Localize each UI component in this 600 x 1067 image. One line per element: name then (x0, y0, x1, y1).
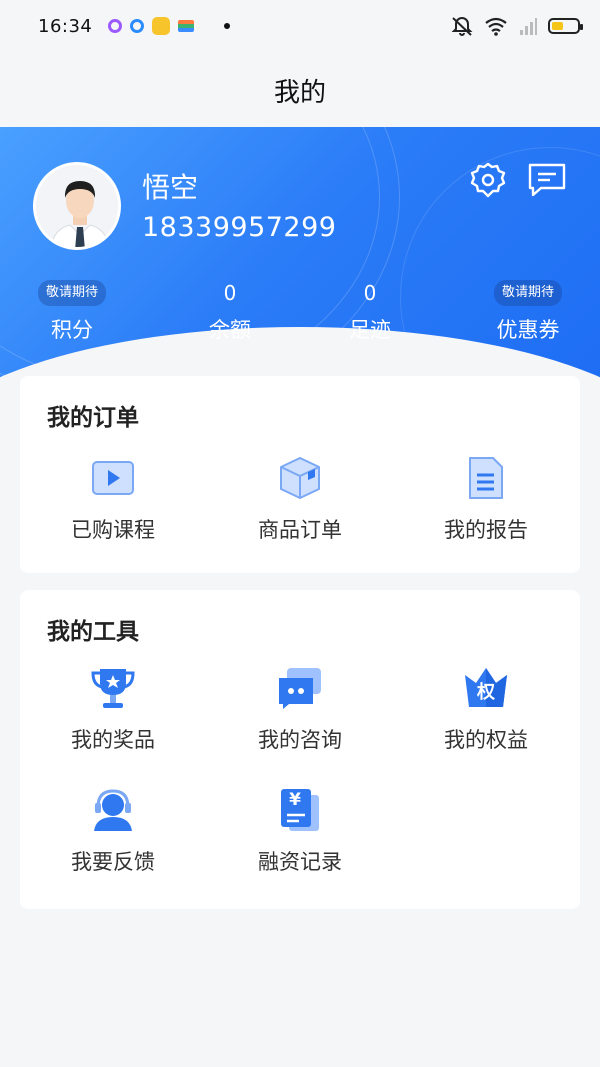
gear-icon (470, 162, 506, 198)
item-label: 我的咨询 (258, 728, 342, 752)
chat-icon (276, 664, 324, 712)
crown-icon: 权 (462, 664, 510, 712)
stat-value: 0 (223, 281, 237, 305)
stats-row: 敬请期待 积分 0 余额 0 足迹 敬请期待 优惠券 (0, 280, 600, 350)
stat-label: 积分 (51, 318, 93, 342)
coming-soon-badge: 敬请期待 (37, 280, 106, 306)
avatar[interactable] (33, 162, 121, 250)
stat-coupons[interactable]: 敬请期待 优惠券 (468, 280, 588, 344)
stat-label: 优惠券 (496, 318, 560, 342)
product-orders-item[interactable]: 商品订单 (207, 454, 393, 544)
my-reports-item[interactable]: 我的报告 (393, 454, 579, 544)
item-label: 已购课程 (71, 518, 155, 542)
headset-icon (89, 786, 137, 834)
stat-points[interactable]: 敬请期待 积分 (12, 280, 132, 344)
app-notification-icon (130, 19, 145, 33)
status-indicators (450, 15, 583, 37)
item-label: 我要反馈 (71, 850, 155, 874)
signal-icon (520, 18, 537, 35)
my-consultations-item[interactable]: 我的咨询 (207, 664, 393, 754)
benefit-glyph: 权 (477, 682, 495, 703)
financing-records-item[interactable]: ¥ 融资记录 (207, 786, 393, 876)
status-bar: 16:34 (0, 0, 600, 52)
page-title: 我的 (273, 77, 326, 108)
my-prizes-item[interactable]: 我的奖品 (20, 664, 206, 754)
stat-label: 足迹 (349, 318, 391, 342)
box-icon (276, 454, 324, 502)
battery-icon (548, 18, 583, 34)
app-notification-icon (152, 17, 171, 35)
item-label: 我的报告 (444, 518, 528, 542)
feedback-item[interactable]: 我要反馈 (20, 786, 206, 876)
mute-icon (451, 17, 473, 36)
orders-card: 我的订单 已购课程 商品订单 我的报告 (20, 376, 580, 573)
tools-title: 我的工具 (47, 619, 139, 645)
tools-card: 我的工具 我的奖品 我的咨询 权 我的权益 我要反馈 ¥ 融资记录 (20, 590, 580, 909)
item-label: 商品订单 (258, 518, 342, 542)
trophy-icon (89, 664, 137, 712)
document-icon (462, 454, 510, 502)
coming-soon-badge: 敬请期待 (493, 280, 562, 306)
nav-bar: 我的 (0, 52, 600, 128)
stat-value: 0 (363, 281, 377, 305)
item-label: 我的奖品 (71, 728, 155, 752)
user-name[interactable]: 悟空 (142, 166, 198, 206)
status-time: 16:34 (38, 15, 93, 37)
app-notification-icon (178, 20, 195, 32)
messages-button[interactable] (527, 160, 567, 200)
wifi-icon (485, 17, 507, 36)
item-label: 我的权益 (444, 728, 528, 752)
user-phone: 18339957299 (142, 212, 337, 243)
stat-label: 余额 (209, 318, 251, 342)
finance-icon: ¥ (276, 786, 324, 834)
app-notification-icon (108, 19, 123, 33)
status-app-icons (108, 17, 231, 35)
yuan-glyph: ¥ (289, 790, 301, 810)
message-icon (528, 163, 566, 197)
video-icon (89, 454, 137, 502)
purchased-courses-item[interactable]: 已购课程 (20, 454, 206, 544)
stat-balance[interactable]: 0 余额 (170, 280, 290, 344)
item-label: 融资记录 (258, 850, 342, 874)
orders-title: 我的订单 (47, 405, 139, 431)
settings-button[interactable] (468, 160, 508, 200)
more-notifications-icon (224, 23, 231, 29)
my-benefits-item[interactable]: 权 我的权益 (393, 664, 579, 754)
stat-footprint[interactable]: 0 足迹 (310, 280, 430, 344)
